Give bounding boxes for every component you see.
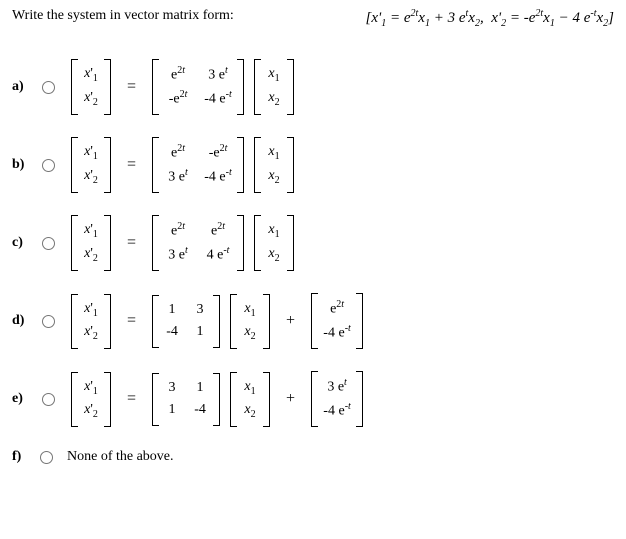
xprime-vector: x'1 x'2 — [71, 294, 111, 350]
option-f-radio[interactable] — [40, 451, 53, 464]
option-c-label: c) — [12, 235, 32, 251]
option-f-row: f) None of the above. — [12, 449, 614, 465]
x-vector: x1 x2 — [230, 294, 270, 350]
given-system: [x'1 = e2tx1 + 3 etx2, x'2 = -e2tx1 − 4 … — [366, 8, 615, 29]
plus-sign: + — [286, 312, 295, 330]
xprime-vector: x'1 x'2 — [71, 215, 111, 271]
option-c-matrix: e2te2t 3 et4 e-t — [152, 215, 244, 271]
option-c-radio[interactable] — [42, 237, 55, 250]
equals-sign: = — [127, 312, 136, 330]
option-b-radio[interactable] — [42, 159, 55, 172]
x-vector: x1 x2 — [254, 137, 294, 193]
option-d-row: d) x'1 x'2 = 13 -41 x1 x2 + e2t -4 e-t — [12, 293, 614, 349]
equals-sign: = — [127, 78, 136, 96]
option-c-row: c) x'1 x'2 = e2te2t 3 et4 e-t x1 x2 — [12, 215, 614, 271]
equals-sign: = — [127, 156, 136, 174]
option-d-radio[interactable] — [42, 315, 55, 328]
option-a-label: a) — [12, 79, 32, 95]
option-d-matrix: 13 -41 — [152, 295, 220, 348]
option-a-matrix: e2t3 et -e2t-4 e-t — [152, 59, 244, 115]
option-b-matrix: e2t-e2t 3 et-4 e-t — [152, 137, 244, 193]
option-e-matrix: 31 1-4 — [152, 373, 220, 426]
option-f-text: None of the above. — [67, 449, 174, 465]
option-f-label: f) — [12, 449, 32, 465]
option-e-label: e) — [12, 391, 32, 407]
option-a-radio[interactable] — [42, 81, 55, 94]
option-d-label: d) — [12, 313, 32, 329]
option-a-row: a) x'1 x'2 = e2t3 et -e2t-4 e-t x1 x2 — [12, 59, 614, 115]
option-d-addvector: e2t -4 e-t — [311, 293, 363, 349]
xprime-vector: x'1 x'2 — [71, 59, 111, 115]
x-vector: x1 x2 — [254, 215, 294, 271]
x-vector: x1 x2 — [230, 372, 270, 428]
option-b-row: b) x'1 x'2 = e2t-e2t 3 et-4 e-t x1 x2 — [12, 137, 614, 193]
option-e-row: e) x'1 x'2 = 31 1-4 x1 x2 + 3 et -4 e-t — [12, 371, 614, 427]
xprime-vector: x'1 x'2 — [71, 137, 111, 193]
option-b-label: b) — [12, 157, 32, 173]
option-e-radio[interactable] — [42, 393, 55, 406]
xprime-vector: x'1 x'2 — [71, 372, 111, 428]
x-vector: x1 x2 — [254, 59, 294, 115]
plus-sign: + — [286, 390, 295, 408]
equals-sign: = — [127, 234, 136, 252]
option-e-addvector: 3 et -4 e-t — [311, 371, 363, 427]
equals-sign: = — [127, 390, 136, 408]
question-prompt: Write the system in vector matrix form: — [12, 8, 234, 24]
